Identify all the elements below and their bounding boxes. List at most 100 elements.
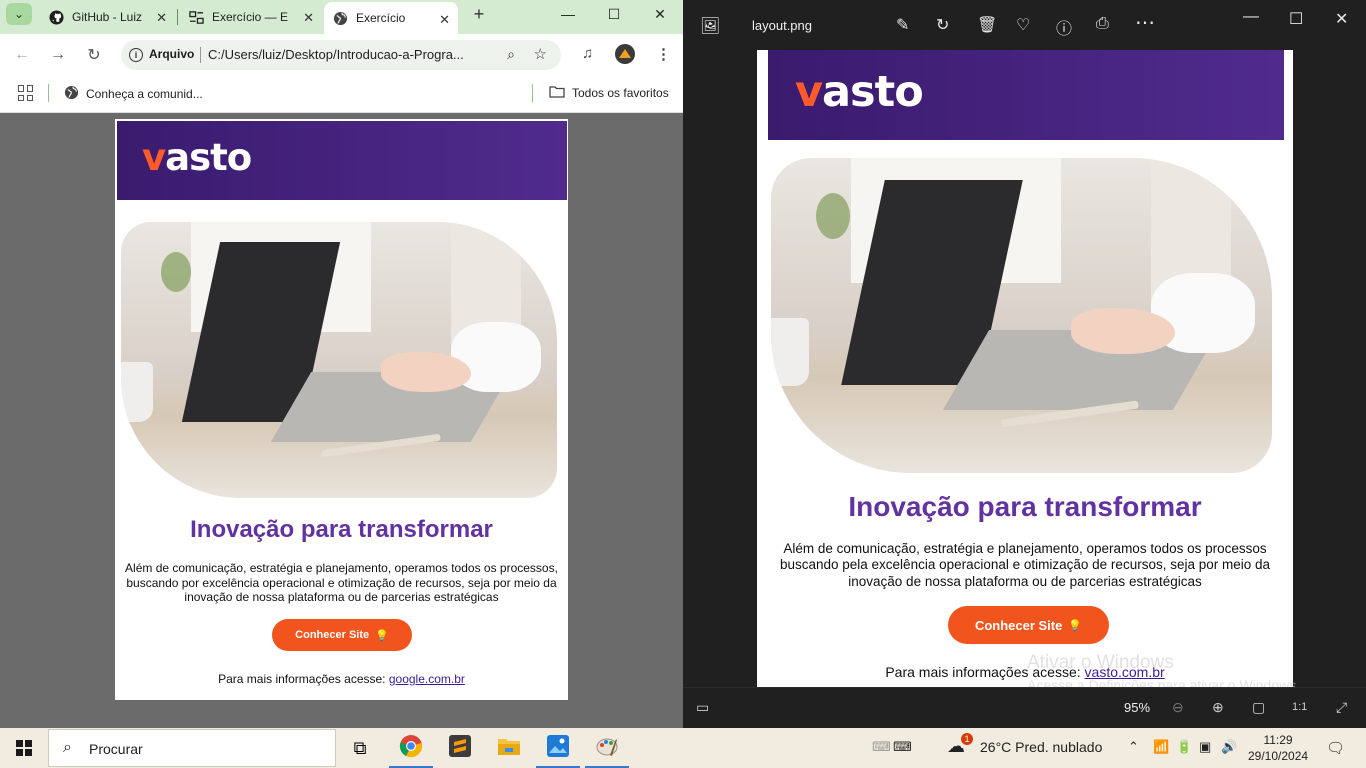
chrome-window: ⌄ GitHub - Luiz ✕ Exercício — E ✕ Exercí…: [0, 0, 683, 728]
all-bookmarks-button[interactable]: Todos os favoritos: [549, 85, 669, 101]
star-icon[interactable]: ☆: [534, 45, 547, 63]
bookmark-label: Conheça a comunid...: [86, 87, 203, 101]
camera-icon[interactable]: ▣: [1199, 739, 1211, 755]
rotate-icon[interactable]: ↻: [936, 15, 949, 35]
fit-window-icon[interactable]: ▢: [1252, 699, 1265, 716]
forward-button[interactable]: →: [47, 44, 69, 66]
new-tab-button[interactable]: +: [469, 4, 489, 24]
close-window-button[interactable]: ✕: [637, 0, 683, 28]
paint-taskbar-button[interactable]: [583, 728, 631, 768]
clock-time: 11:29: [1263, 733, 1293, 747]
browser-toolbar: ← → ↻ i Arquivo C:/Users/luiz/Desktop/In…: [0, 34, 683, 76]
zoom-in-icon[interactable]: ⊕: [1212, 699, 1224, 716]
bookmark-item[interactable]: Conheça a comunid...: [64, 85, 203, 103]
globe-icon: [64, 85, 79, 103]
divider: [532, 84, 533, 102]
conhecer-site-button[interactable]: Conhecer Site 💡: [272, 619, 412, 651]
start-button[interactable]: [16, 740, 32, 756]
sublime-taskbar-button[interactable]: [436, 728, 484, 768]
hero-image: [121, 222, 557, 498]
zoom-icon[interactable]: ⌕: [507, 46, 515, 63]
maximize-button[interactable]: ☐: [591, 0, 637, 28]
file-explorer-taskbar-button[interactable]: [485, 728, 533, 768]
email-page: vasto Inovação para transformar Além de …: [115, 119, 568, 700]
edit-image-icon[interactable]: ✎: [896, 15, 909, 35]
filmstrip-icon[interactable]: ▭: [696, 699, 709, 716]
system-clock[interactable]: 11:29 29/10/2024: [1248, 732, 1308, 764]
more-horizontal-icon[interactable]: ⋯: [1135, 10, 1155, 35]
photos-taskbar-button[interactable]: [534, 728, 582, 768]
search-placeholder: Procurar: [89, 741, 143, 757]
page-body-text: Além de comunicação, estratégia e planej…: [125, 561, 558, 605]
tab-exercicio-codepen[interactable]: Exercício — E ✕: [180, 0, 322, 34]
photos-icon: [547, 734, 569, 762]
image-canvas: vasto Inovação para transformar Além de …: [757, 50, 1293, 687]
weather-alert-badge: 1: [961, 733, 973, 745]
page-headline: Inovação para transformar: [190, 516, 493, 543]
print-icon[interactable]: ⎙: [1096, 15, 1109, 33]
close-icon[interactable]: ✕: [1335, 9, 1348, 29]
gallery-icon[interactable]: 🖼: [700, 16, 720, 36]
more-vertical-icon[interactable]: ⋮: [656, 45, 671, 63]
task-view-button[interactable]: ⧉: [336, 728, 384, 768]
tab-github[interactable]: GitHub - Luiz ✕: [40, 0, 175, 34]
reload-icon: ↻: [87, 47, 101, 64]
back-button[interactable]: ←: [11, 44, 33, 66]
maximize-icon[interactable]: ☐: [1289, 9, 1303, 29]
address-bar[interactable]: i Arquivo C:/Users/luiz/Desktop/Introduc…: [121, 40, 561, 70]
bookmark-label: Todos os favoritos: [572, 86, 669, 100]
lightbulb-icon: 💡: [1068, 619, 1083, 632]
apps-grid-icon[interactable]: [18, 85, 34, 101]
chrome-icon: [399, 734, 423, 763]
viewer-bottom-bar: ▭ 95% ⊖ ⊕ ▢ 1:1 ⤢: [683, 687, 1366, 728]
arrow-right-icon: →: [50, 46, 66, 63]
close-icon: ✕: [654, 5, 666, 22]
input-indicator-icon[interactable]: ⌨: [872, 739, 891, 755]
notifications-icon[interactable]: 🗨: [1326, 739, 1345, 757]
tab-search-button[interactable]: ⌄: [6, 3, 32, 25]
minimize-button[interactable]: —: [545, 0, 591, 28]
info-icon[interactable]: ⓘ: [1056, 15, 1072, 39]
zoom-out-icon[interactable]: ⊖: [1172, 699, 1184, 716]
speaker-icon[interactable]: 🔊: [1221, 739, 1237, 755]
more-info-link[interactable]: google.com.br: [389, 672, 465, 686]
tab-label: Exercício: [356, 11, 406, 25]
keyboard-icon[interactable]: ⌨: [893, 739, 912, 755]
cta-label: Conhecer Site: [974, 617, 1063, 633]
folder-icon: [497, 736, 521, 761]
bookmarks-bar: Conheça a comunid... Todos os favoritos: [0, 76, 683, 113]
tab-label: Exercício — E: [212, 10, 289, 24]
favorite-heart-icon[interactable]: ♡: [1016, 15, 1030, 35]
plus-icon: +: [473, 3, 485, 24]
weather-text[interactable]: 26°C Pred. nublado: [980, 739, 1102, 755]
fullscreen-icon[interactable]: ⤢: [1336, 699, 1347, 716]
close-icon[interactable]: ✕: [156, 10, 167, 26]
chrome-taskbar-button[interactable]: [387, 728, 435, 768]
media-icon[interactable]: ♫: [582, 45, 593, 62]
maximize-icon: ☐: [607, 5, 621, 22]
info-icon[interactable]: i: [129, 48, 143, 62]
github-icon: [48, 9, 64, 25]
chevron-up-icon[interactable]: ⌃: [1128, 739, 1139, 755]
photos-viewer-window: 🖼 layout.png ✎ ↻ 🗑 ♡ ⓘ ⎙ ⋯ — ☐ ✕ vasto I…: [683, 0, 1366, 728]
search-icon: ⌕: [63, 739, 72, 756]
minimize-icon[interactable]: —: [1243, 8, 1259, 26]
delete-icon[interactable]: 🗑: [977, 15, 997, 35]
actual-size-icon[interactable]: 1:1: [1292, 701, 1307, 713]
battery-icon[interactable]: 🔋: [1176, 739, 1192, 755]
tab-exercicio[interactable]: Exercício ✕: [324, 2, 458, 34]
reload-button[interactable]: ↻: [83, 44, 105, 66]
close-icon[interactable]: ✕: [303, 10, 314, 26]
tab-divider: [177, 9, 178, 25]
close-icon[interactable]: ✕: [439, 12, 450, 28]
tab-label: GitHub - Luiz: [72, 10, 143, 24]
taskbar-search[interactable]: ⌕ Procurar: [48, 729, 336, 767]
wifi-icon[interactable]: 📶: [1153, 739, 1169, 755]
profile-avatar[interactable]: [615, 44, 635, 64]
divider: [200, 47, 201, 63]
url-text[interactable]: C:/Users/luiz/Desktop/Introducao-a-Progr…: [208, 47, 488, 62]
more-info-line: Para mais informações acesse: google.com…: [115, 672, 568, 686]
arrow-left-icon: ←: [14, 46, 30, 63]
task-view-icon: ⧉: [353, 737, 367, 758]
reference-cta-button: Conhecer Site 💡: [948, 606, 1109, 644]
